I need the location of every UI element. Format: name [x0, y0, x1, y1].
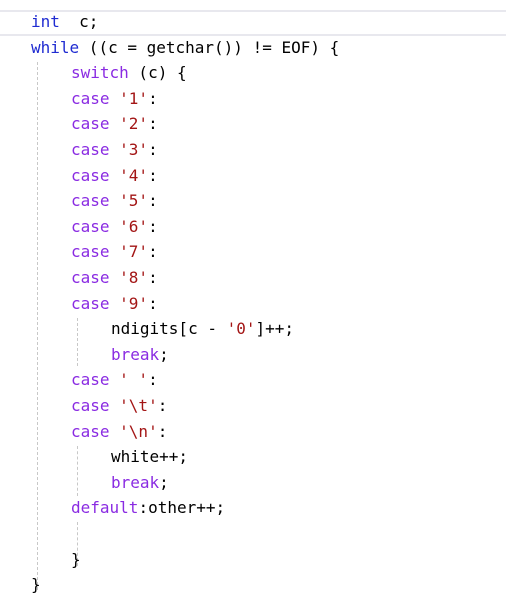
keyword-token: case	[71, 114, 110, 134]
code-token: :	[148, 268, 158, 287]
string-token: '\n'	[109, 421, 158, 441]
string-token: '3'	[109, 140, 149, 159]
code-token: c;	[59, 12, 99, 31]
code-token: ndigits[c -	[111, 319, 227, 339]
keyword-token: case	[71, 216, 110, 236]
indent-guide-case-whitespace	[77, 446, 78, 496]
string-token: '8'	[109, 268, 149, 287]
code-line[interactable]: case '8':	[71, 265, 158, 290]
code-token: :	[157, 421, 168, 441]
code-token: :	[148, 88, 158, 108]
indent-guide-case-digits	[77, 318, 78, 366]
code-line[interactable]: }	[71, 547, 81, 572]
string-token: '9'	[109, 293, 149, 313]
keyword-token: default	[71, 498, 139, 518]
code-line[interactable]: default:other++;	[71, 495, 225, 520]
code-token: :	[148, 191, 158, 211]
keyword-token: case	[71, 293, 110, 313]
code-line[interactable]: case '6':	[71, 214, 158, 239]
code-line[interactable]: case '5':	[71, 188, 158, 213]
code-token: :	[148, 114, 158, 134]
keyword-token: case	[71, 88, 110, 108]
string-token: '\t'	[109, 396, 158, 415]
code-token: ]++;	[255, 319, 295, 339]
keyword-token: case	[71, 421, 110, 441]
string-token: '0'	[226, 319, 256, 339]
code-token: ((c = getchar()) != EOF) {	[79, 37, 340, 57]
keyword-token: while	[31, 37, 80, 57]
code-token: (c) {	[128, 63, 187, 83]
string-token: '7'	[109, 242, 149, 262]
code-line[interactable]: case '\t':	[71, 393, 167, 418]
code-line[interactable]: white++;	[111, 444, 188, 469]
code-line[interactable]: while ((c = getchar()) != EOF) {	[31, 35, 339, 60]
code-token: ;	[159, 472, 169, 492]
keyword-token: break	[111, 472, 160, 492]
code-token: }	[31, 575, 41, 595]
code-token: :	[148, 216, 158, 236]
code-line[interactable]: case '7':	[71, 239, 158, 264]
code-line[interactable]: case '2':	[71, 111, 158, 136]
code-line[interactable]: int c;	[31, 9, 98, 34]
code-token: }	[71, 549, 81, 569]
string-token: '6'	[109, 216, 149, 236]
code-token: :	[148, 242, 158, 262]
keyword-token: case	[71, 140, 110, 159]
code-token: white++;	[111, 447, 189, 467]
code-line[interactable]: switch (c) {	[71, 60, 187, 85]
code-token: ;	[159, 344, 169, 364]
string-token: '1'	[109, 88, 149, 108]
code-line[interactable]: case '1':	[71, 86, 158, 111]
keyword-token: case	[71, 165, 110, 185]
code-line[interactable]: case '\n':	[71, 419, 167, 444]
code-token: :	[148, 370, 158, 390]
indent-guide-while	[37, 62, 38, 590]
keyword-token: case	[71, 370, 110, 390]
code-line[interactable]: case '9':	[71, 291, 158, 316]
code-token: :other++;	[138, 498, 226, 518]
code-line[interactable]: break;	[111, 342, 169, 367]
string-token: '2'	[109, 114, 149, 134]
keyword-token: case	[71, 268, 110, 287]
code-token: :	[148, 140, 158, 159]
code-line[interactable]: ndigits[c - '0']++;	[111, 316, 294, 341]
string-token: ' '	[109, 370, 149, 390]
keyword-token: case	[71, 396, 110, 415]
keyword-token: case	[71, 191, 110, 211]
string-token: '5'	[109, 191, 149, 211]
string-token: '4'	[109, 165, 149, 185]
keyword-token: int	[31, 12, 60, 31]
code-token: :	[148, 165, 158, 185]
code-token: :	[148, 293, 158, 313]
keyword-token: case	[71, 242, 110, 262]
keyword-token: break	[111, 344, 160, 364]
code-line[interactable]: case ' ':	[71, 367, 158, 392]
code-line[interactable]: }	[31, 572, 41, 597]
code-token: :	[157, 396, 168, 415]
keyword-token: switch	[71, 63, 129, 83]
code-line[interactable]: case '3':	[71, 137, 158, 162]
code-line[interactable]: break;	[111, 470, 169, 495]
code-editor[interactable]: int c; while ((c = getchar()) != EOF) {sw…	[0, 0, 506, 599]
code-line[interactable]: case '4':	[71, 163, 158, 188]
